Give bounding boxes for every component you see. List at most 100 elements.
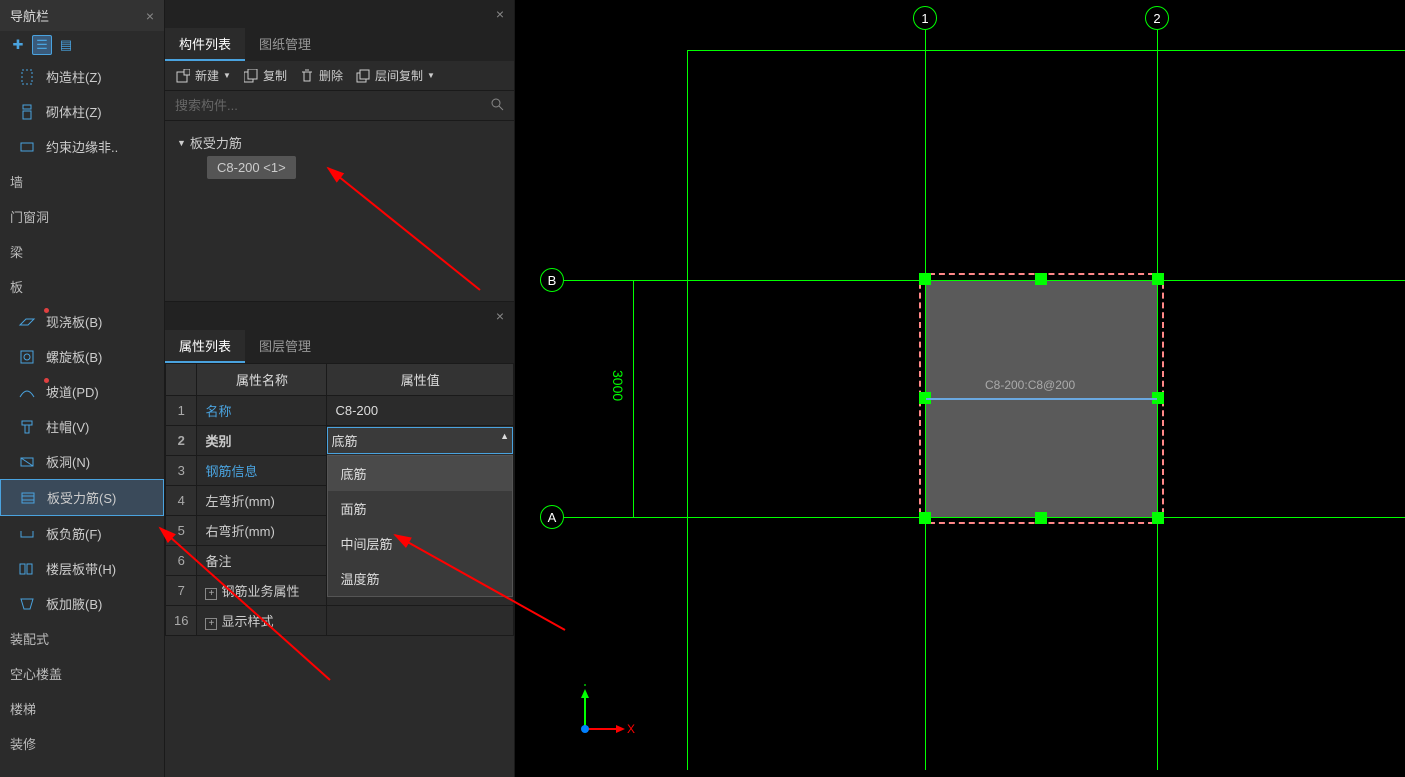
prop-name: 备注 <box>197 546 327 576</box>
layer-copy-icon <box>355 68 371 84</box>
comp-tree: ▼ 板受力筋 C8-200 <1> <box>165 121 514 301</box>
comp-toolbar: 新建 ▼ 复制 删除 层间复制 ▼ <box>165 61 514 91</box>
nav-item[interactable]: 板负筋(F) <box>0 516 164 551</box>
notification-dot <box>44 308 49 313</box>
nav-item[interactable]: 现浇板(B) <box>0 304 164 339</box>
nav-category[interactable]: 板 <box>0 269 164 304</box>
prop-name: 类别 <box>197 426 327 456</box>
nav-item[interactable]: 板加腋(B) <box>0 586 164 621</box>
nav-item[interactable]: 构造柱(Z) <box>0 59 164 94</box>
tree-parent[interactable]: ▼ 板受力筋 <box>177 129 502 156</box>
search-row <box>165 91 514 121</box>
close-icon[interactable]: × <box>496 308 504 324</box>
prop-num: 5 <box>166 516 197 546</box>
cap-icon <box>18 418 36 436</box>
nav-item-label: 螺旋板(B) <box>46 347 102 366</box>
nav-item[interactable]: 板洞(N) <box>0 444 164 479</box>
resize-handle[interactable] <box>1035 273 1047 285</box>
nav-item[interactable]: 砌体柱(Z) <box>0 94 164 129</box>
prop-num: 16 <box>166 606 197 636</box>
prop-tabs: 属性列表 图层管理 <box>165 330 514 363</box>
nav-title: 导航栏 <box>10 6 49 25</box>
axis-indicator: Y X <box>575 684 635 747</box>
resize-handle[interactable] <box>1152 512 1164 524</box>
tree-child[interactable]: C8-200 <1> <box>207 156 296 179</box>
prop-value[interactable] <box>327 606 514 636</box>
nav-item[interactable]: 板受力筋(S) <box>0 479 164 516</box>
comp-tabs: 构件列表 图纸管理 <box>165 28 514 61</box>
new-button[interactable]: 新建 ▼ <box>175 67 231 84</box>
hole-icon <box>18 453 36 471</box>
prop-num: 1 <box>166 396 197 426</box>
nav-category[interactable]: 装配式 <box>0 621 164 656</box>
grid-label-row-a: A <box>540 505 564 529</box>
nav-item[interactable]: 约束边缘非.. <box>0 129 164 164</box>
resize-handle[interactable] <box>919 512 931 524</box>
resize-handle[interactable] <box>1035 512 1047 524</box>
search-input[interactable] <box>175 98 490 113</box>
resize-handle[interactable] <box>919 273 931 285</box>
rebar-line[interactable] <box>926 398 1157 400</box>
nav-item-label: 砌体柱(Z) <box>46 102 102 121</box>
nav-mini-toolbar: ✚ ☰ ▤ <box>0 31 164 59</box>
prop-header: × <box>165 302 514 330</box>
tab-drawing-mgmt[interactable]: 图纸管理 <box>245 28 325 61</box>
column-icon <box>18 68 36 86</box>
prop-header-val: 属性值 <box>327 364 514 396</box>
nav-category[interactable]: 梁 <box>0 234 164 269</box>
new-icon <box>175 68 191 84</box>
list-view-icon[interactable]: ☰ <box>32 35 52 55</box>
dropdown-list: 底筋面筋中间层筋温度筋 <box>327 455 513 597</box>
tab-layer-mgmt[interactable]: 图层管理 <box>245 330 325 363</box>
prop-value[interactable]: C8-200 <box>327 396 514 426</box>
tab-component-list[interactable]: 构件列表 <box>165 28 245 61</box>
copy-button[interactable]: 复制 <box>243 67 287 84</box>
close-icon[interactable]: × <box>496 6 504 22</box>
notification-dot <box>44 378 49 383</box>
nav-category[interactable]: 装修 <box>0 726 164 761</box>
nav-item[interactable]: 柱帽(V) <box>0 409 164 444</box>
prop-num: 6 <box>166 546 197 576</box>
layer-copy-button[interactable]: 层间复制 ▼ <box>355 67 435 84</box>
grid-line <box>687 50 688 770</box>
grid-label-col-1: 1 <box>913 6 937 30</box>
drawing-canvas[interactable]: 1 2 B A 3000 C8-200:C8@200 Y X <box>515 0 1405 777</box>
expand-icon[interactable]: + <box>205 588 217 600</box>
prop-value[interactable]: 底筋▲底筋面筋中间层筋温度筋 <box>327 426 514 456</box>
expand-icon[interactable]: + <box>205 618 217 630</box>
group-view-icon[interactable]: ▤ <box>56 35 76 55</box>
search-icon[interactable] <box>490 97 504 114</box>
nav-item-label: 坡道(PD) <box>46 382 99 401</box>
dropdown-item[interactable]: 底筋 <box>328 456 512 491</box>
type-select[interactable]: 底筋▲ <box>327 427 513 454</box>
nav-category[interactable]: 楼梯 <box>0 691 164 726</box>
grid-label-col-2: 2 <box>1145 6 1169 30</box>
chevron-down-icon: ▼ <box>427 71 435 80</box>
nav-item[interactable]: 楼层板带(H) <box>0 551 164 586</box>
resize-handle[interactable] <box>1152 273 1164 285</box>
prop-header-num <box>166 364 197 396</box>
mason-column-icon <box>18 103 36 121</box>
add-icon[interactable]: ✚ <box>8 35 28 55</box>
nav-item[interactable]: 螺旋板(B) <box>0 339 164 374</box>
prop-row: 2类别底筋▲底筋面筋中间层筋温度筋 <box>166 426 514 456</box>
trash-icon <box>299 68 315 84</box>
prop-name: 左弯折(mm) <box>197 486 327 516</box>
tab-property-list[interactable]: 属性列表 <box>165 330 245 363</box>
nav-category[interactable]: 墙 <box>0 164 164 199</box>
dropdown-item[interactable]: 温度筋 <box>328 561 512 596</box>
nav-slab-items: 现浇板(B) 螺旋板(B) 坡道(PD) 柱帽(V) 板洞(N) 板受力筋(S)板负筋(F… <box>0 304 164 621</box>
nav-item-label: 板加腋(B) <box>46 594 102 613</box>
prop-name: 钢筋信息 <box>197 456 327 486</box>
nav-item[interactable]: 坡道(PD) <box>0 374 164 409</box>
nav-item-label: 板洞(N) <box>46 452 90 471</box>
prop-table: 属性名称 属性值 1名称C8-2002类别底筋▲底筋面筋中间层筋温度筋3钢筋信息… <box>165 363 514 636</box>
prop-num: 4 <box>166 486 197 516</box>
dim-line <box>633 280 634 517</box>
nav-category[interactable]: 门窗洞 <box>0 199 164 234</box>
close-icon[interactable]: × <box>146 8 154 24</box>
dropdown-item[interactable]: 面筋 <box>328 491 512 526</box>
dropdown-item[interactable]: 中间层筋 <box>328 526 512 561</box>
nav-category[interactable]: 空心楼盖 <box>0 656 164 691</box>
delete-button[interactable]: 删除 <box>299 67 343 84</box>
